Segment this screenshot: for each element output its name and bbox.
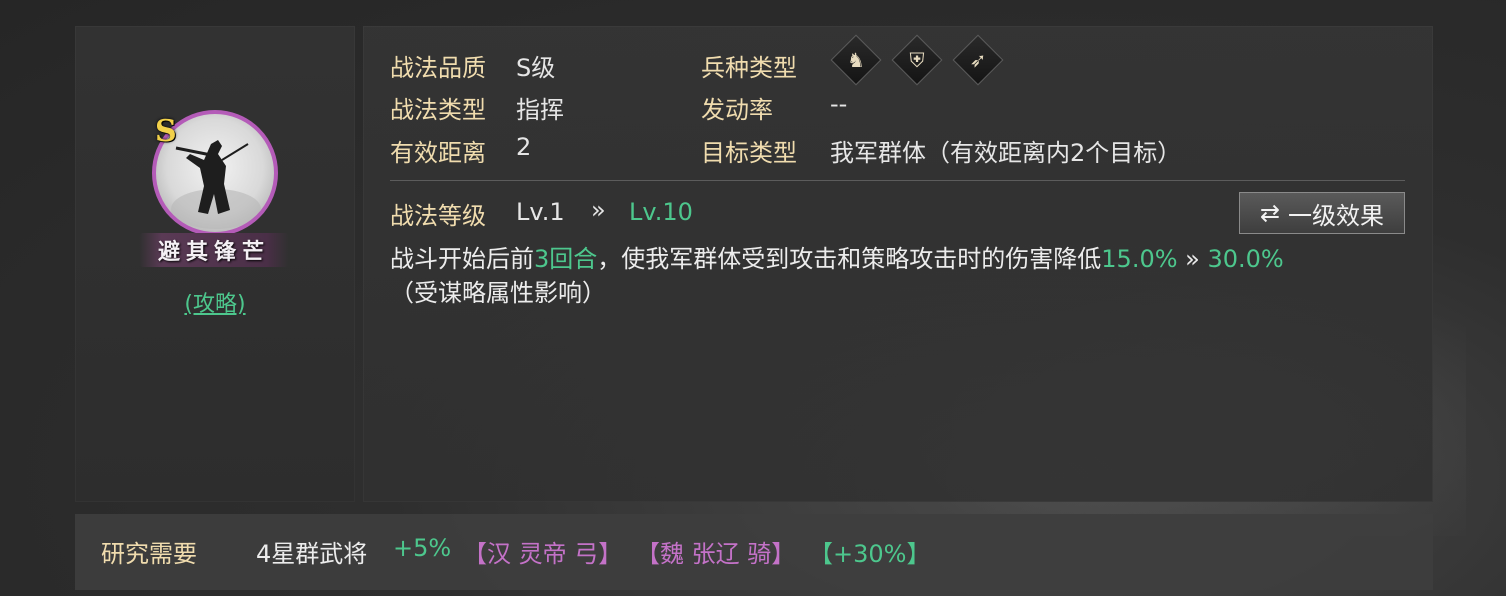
shield-icon: ⛨ [891, 34, 943, 86]
troop-type-label: 兵种类型 [701, 54, 797, 82]
level-current: Lv.1 [516, 198, 565, 226]
skill-details-panel: 战法品质 S级 战法类型 指挥 有效距离 2 兵种类型 ♞ ⛨ ➶ 发动率 --… [363, 26, 1433, 502]
desc-from-pct: 15.0% [1101, 245, 1178, 273]
research-hero-1[interactable]: 【汉 灵帝 弓】 [463, 534, 622, 569]
range-value: 2 [516, 133, 532, 161]
toggle-button-label: 一级效果 [1288, 201, 1385, 230]
desc-rounds: 3回合 [534, 245, 598, 273]
research-text: 4星群武将 [256, 540, 368, 568]
research-label: 研究需要 [101, 540, 197, 568]
level-effect-toggle-button[interactable]: ⇄ 一级效果 [1239, 192, 1405, 234]
research-hero-2[interactable]: 【魏 张辽 骑】 [636, 534, 795, 569]
skill-card-panel: S 避其锋芒 (攻略) [75, 26, 355, 502]
level-arrow-icon: » [591, 196, 606, 224]
research-requirement-bar: 研究需要 4星群武将 +5% 【汉 灵帝 弓】 【魏 张辽 骑】 【+30%】 [75, 514, 1433, 590]
research-bonus: +5% [393, 534, 452, 562]
swap-arrows-icon: ⇄ [1259, 199, 1281, 227]
skill-name: 避其锋芒 [139, 233, 289, 267]
skill-kind-link[interactable]: (攻略) [75, 286, 355, 318]
trigger-rate-label: 发动率 [701, 96, 773, 124]
quality-value: S级 [516, 54, 556, 82]
desc-part2: ，使我军群体受到攻击和策略攻击时的伤害降低 [597, 245, 1102, 273]
divider [390, 180, 1405, 181]
trigger-rate-value: -- [830, 90, 848, 118]
desc-arrow: » [1177, 245, 1208, 273]
desc-to-pct: 30.0% [1207, 245, 1284, 273]
desc-part1: 战斗开始后前 [390, 245, 534, 273]
target-type-value: 我军群体（有效距离内2个目标） [830, 139, 1182, 167]
type-label: 战法类型 [390, 96, 486, 124]
desc-note: （受谋略属性影响） [390, 279, 606, 307]
level-max: Lv.10 [629, 198, 693, 226]
target-type-label: 目标类型 [701, 139, 797, 167]
type-value: 指挥 [516, 96, 564, 124]
cavalry-icon: ♞ [830, 34, 882, 86]
grade-badge: S [155, 114, 177, 149]
research-pct: 【+30%】 [809, 540, 931, 568]
level-label: 战法等级 [390, 202, 486, 230]
skill-description: 战斗开始后前3回合，使我军群体受到攻击和策略攻击时的伤害降低15.0% » 30… [390, 242, 1410, 310]
range-label: 有效距离 [390, 139, 486, 167]
bow-icon: ➶ [952, 34, 1004, 86]
quality-label: 战法品质 [390, 54, 486, 82]
